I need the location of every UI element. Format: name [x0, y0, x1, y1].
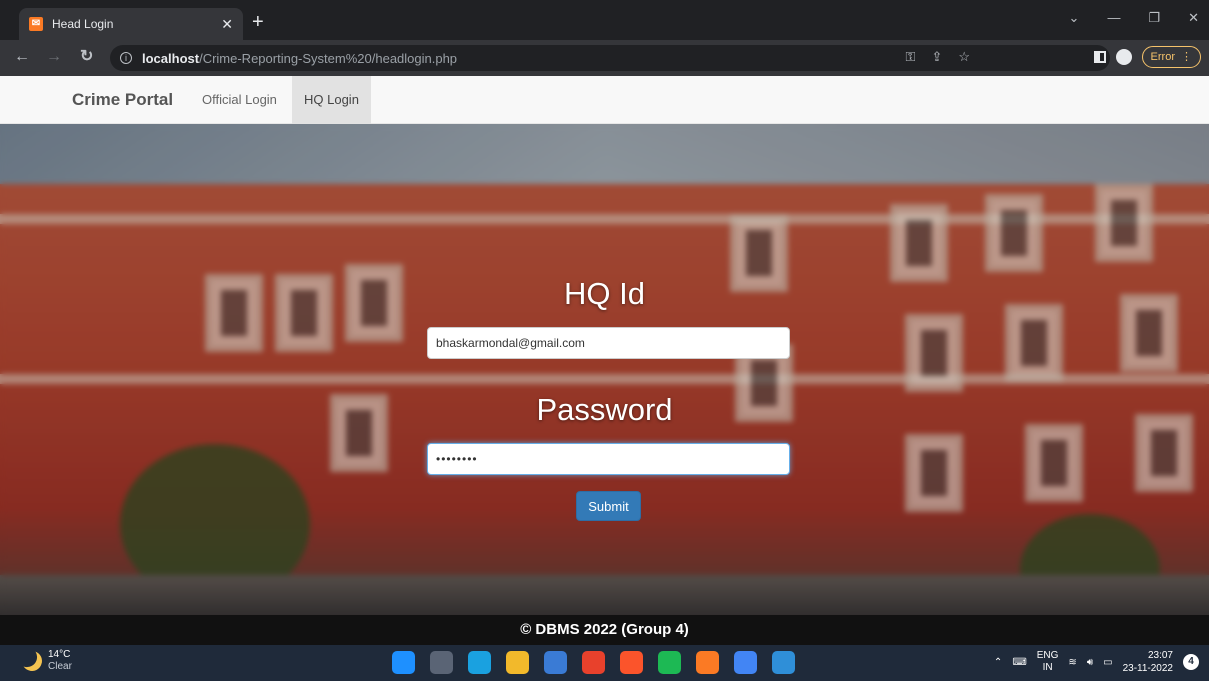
url-host: localhost	[142, 50, 200, 66]
chrome-profile-icon[interactable]	[734, 651, 757, 674]
language-indicator[interactable]: ENG IN	[1037, 650, 1059, 674]
omnibox-icons: ⚿ ⇪ ☆	[906, 49, 970, 65]
xampp-icon[interactable]	[696, 651, 719, 674]
vscode-icon[interactable]	[772, 651, 795, 674]
mail-icon[interactable]	[544, 651, 567, 674]
keyboard-icon[interactable]: ⌨	[1012, 657, 1026, 668]
task-view-icon[interactable]	[430, 651, 453, 674]
address-bar[interactable]: i localhost /Crime-Reporting-System%20/h…	[110, 45, 1110, 71]
info-icon[interactable]: i	[120, 52, 132, 64]
share-icon[interactable]: ⇪	[931, 49, 942, 65]
hq-id-label: HQ Id	[564, 276, 645, 311]
close-window-icon[interactable]: ✕	[1188, 10, 1199, 26]
weather-text: 14°C Clear	[48, 649, 72, 673]
error-label: Error	[1150, 51, 1175, 63]
moon-icon	[19, 648, 45, 674]
nav-link-official-login[interactable]: Official Login	[190, 76, 289, 124]
browser-tabstrip: ✉ Head Login ✕ + ⌄ — ❐ ✕	[0, 0, 1209, 40]
window-controls: ⌄ — ❐ ✕	[1069, 10, 1199, 26]
toolbar-right: Error ⋮	[1093, 46, 1201, 68]
clock-time: 23:07	[1147, 650, 1173, 661]
windows-taskbar: 14°C Clear ⌃ ⌨ ENG IN ≋ 🔊︎ ▭ 23:07 23-11…	[0, 645, 1209, 681]
site-brand[interactable]: Crime Portal	[72, 90, 173, 110]
chrome-icon[interactable]	[582, 651, 605, 674]
edge-icon[interactable]	[468, 651, 491, 674]
page-footer: © DBMS 2022 (Group 4)	[0, 615, 1209, 645]
tab-search-icon[interactable]: ⌄	[1069, 10, 1080, 26]
system-tray: ⌃ ⌨ ENG IN ≋ 🔊︎ ▭ 23:07 23-11-2022 4	[994, 649, 1199, 675]
browser-tab[interactable]: ✉ Head Login ✕	[19, 8, 243, 40]
weather-widget[interactable]: 14°C Clear	[22, 649, 72, 673]
star-icon[interactable]: ☆	[958, 49, 970, 65]
notification-badge[interactable]: 4	[1183, 654, 1199, 670]
new-tab-icon[interactable]: +	[252, 12, 264, 32]
clock-date: 23-11-2022	[1122, 663, 1173, 674]
wifi-icon[interactable]: ≋	[1068, 657, 1076, 668]
taskbar-apps	[392, 651, 795, 674]
password-label: Password	[536, 392, 673, 427]
nav-link-hq-login[interactable]: HQ Login	[292, 76, 371, 124]
tab-title: Head Login	[52, 17, 114, 31]
clock[interactable]: 23:07 23-11-2022	[1123, 649, 1173, 675]
hq-id-input[interactable]	[427, 327, 790, 359]
volume-icon[interactable]: 🔊︎	[1087, 657, 1093, 668]
chevron-up-icon[interactable]: ⌃	[994, 657, 1002, 668]
close-tab-icon[interactable]: ✕	[221, 16, 233, 33]
lang-top: ENG	[1036, 650, 1059, 661]
start-menu-icon[interactable]	[392, 651, 415, 674]
error-button[interactable]: Error ⋮	[1141, 46, 1201, 68]
weather-temp: 14°C	[48, 649, 71, 660]
profile-icon[interactable]	[1115, 49, 1132, 65]
reload-icon[interactable]: ↻	[80, 48, 93, 66]
key-icon[interactable]: ⚿	[906, 49, 916, 65]
lang-bottom: IN	[1042, 662, 1053, 673]
submit-button[interactable]: Submit	[576, 491, 641, 521]
xampp-favicon-icon: ✉	[29, 17, 43, 31]
spotify-icon[interactable]	[658, 651, 681, 674]
hq-login-form: HQ Id Password Submit	[0, 124, 1209, 615]
minimize-icon[interactable]: —	[1107, 10, 1120, 26]
weather-desc: Clear	[48, 661, 72, 672]
hero-background: HQ Id Password Submit	[0, 124, 1209, 615]
battery-icon[interactable]: ▭	[1103, 657, 1112, 668]
kebab-menu-icon: ⋮	[1181, 51, 1192, 63]
password-input[interactable]	[427, 443, 790, 475]
brave-icon[interactable]	[620, 651, 643, 674]
side-panel-icon[interactable]	[1093, 51, 1106, 63]
restore-icon[interactable]: ❐	[1148, 10, 1160, 26]
file-explorer-icon[interactable]	[506, 651, 529, 674]
browser-toolbar: ← → ↻ i localhost /Crime-Reporting-Syste…	[0, 40, 1209, 76]
forward-arrow-icon[interactable]: →	[46, 48, 62, 66]
back-arrow-icon[interactable]: ←	[14, 48, 30, 66]
url-path: /Crime-Reporting-System%20/headlogin.php	[199, 50, 458, 66]
site-navbar: Crime Portal Official Login HQ Login	[0, 76, 1209, 124]
